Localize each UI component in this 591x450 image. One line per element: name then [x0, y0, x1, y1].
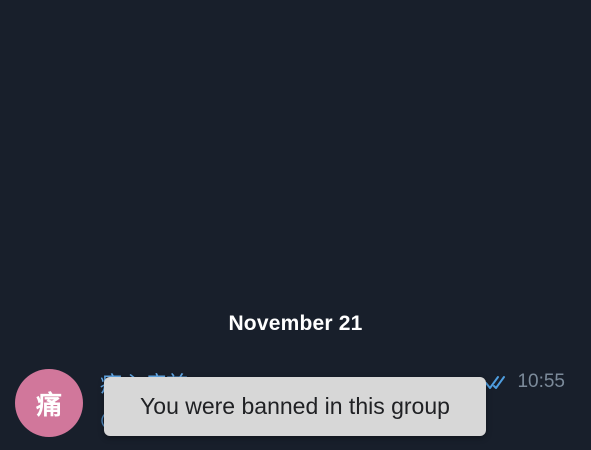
double-check-icon — [485, 376, 506, 389]
avatar-letter: 痛 — [35, 390, 62, 421]
toast-text: You were banned in this group — [140, 393, 450, 419]
message-time: 10:55 — [517, 371, 565, 392]
chat-area[interactable]: November 21 痛 痛心疾首 @▒▒▒▒▒▒▒▒ 10:55 You w… — [0, 0, 591, 450]
date-separator: November 21 — [228, 312, 363, 335]
toast-notification: You were banned in this group — [104, 377, 486, 436]
message-meta: 10:55 — [485, 371, 565, 393]
avatar[interactable]: 痛 — [15, 369, 83, 437]
